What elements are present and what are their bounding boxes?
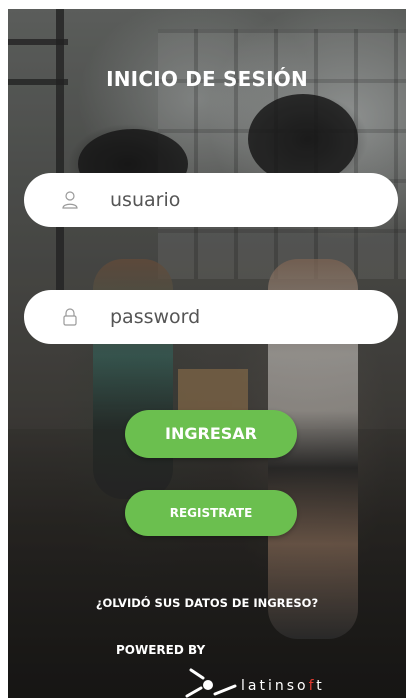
password-field[interactable]: password [24,290,398,344]
brand-name-prefix: latinso [241,678,309,694]
background-floor [8,429,406,698]
powered-by-label: POWERED BY [116,643,206,657]
latinsoft-logo-icon [185,668,237,698]
background-overlay [8,9,406,698]
brand-name-suffix: t [316,678,325,694]
brand-logo: latinsoft [183,664,333,698]
background-rack-bar [8,39,68,45]
lock-icon [63,308,77,326]
forgot-credentials-link[interactable]: ¿OLVIDÓ SUS DATOS DE INGRESO? [8,596,406,610]
username-value: usuario [110,189,181,211]
page-title: INICIO DE SESIÓN [106,67,308,91]
user-icon [62,191,78,209]
background-plyo-box [178,369,248,414]
brand-name: latinsoft [241,678,325,694]
register-button[interactable]: REGISTRATE [125,490,297,536]
username-field[interactable]: usuario [24,173,398,227]
background-medicine-ball [248,94,358,184]
login-screen: INICIO DE SESIÓN usuario password INGRES… [8,9,406,698]
login-button[interactable]: INGRESAR [125,410,297,458]
password-value: password [110,306,201,328]
